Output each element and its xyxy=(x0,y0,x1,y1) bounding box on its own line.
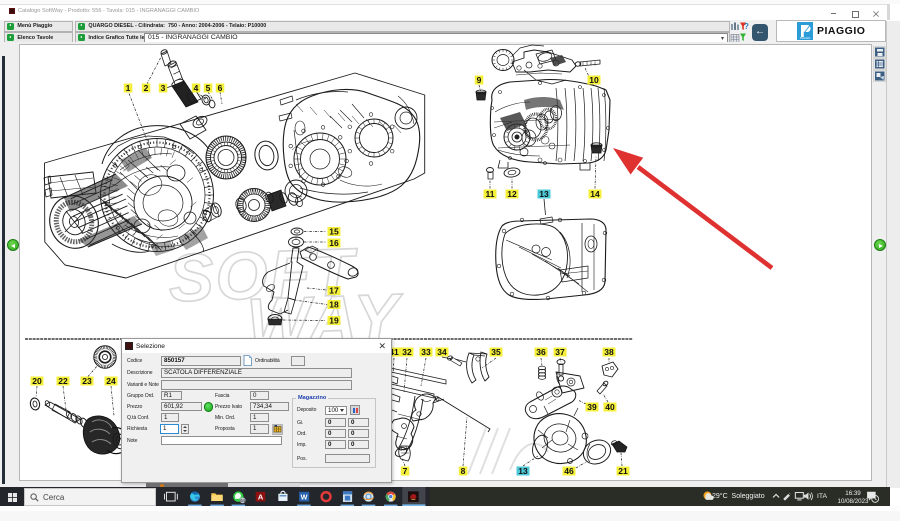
svg-text:35: 35 xyxy=(491,347,501,357)
svg-text:40: 40 xyxy=(605,402,615,412)
svg-text:37: 37 xyxy=(555,347,565,357)
svg-text:W: W xyxy=(301,493,308,502)
svg-text:10: 10 xyxy=(589,75,599,85)
svg-text:38: 38 xyxy=(604,347,614,357)
svg-text:34: 34 xyxy=(437,347,447,357)
svg-text:7: 7 xyxy=(403,466,408,476)
svg-text:24: 24 xyxy=(106,376,116,386)
svg-text:PIAGGIO: PIAGGIO xyxy=(800,37,811,40)
svg-text:33: 33 xyxy=(421,347,431,357)
svg-text:17: 17 xyxy=(329,286,339,296)
svg-text:3: 3 xyxy=(161,83,166,93)
svg-text:18: 18 xyxy=(329,300,339,310)
svg-text:46: 46 xyxy=(564,466,574,476)
svg-text:36: 36 xyxy=(536,347,546,357)
svg-text:13: 13 xyxy=(539,189,549,199)
svg-text:23: 23 xyxy=(82,376,92,386)
svg-text:15: 15 xyxy=(329,227,339,237)
svg-text:39: 39 xyxy=(587,402,597,412)
svg-text:21: 21 xyxy=(618,466,628,476)
svg-text:11: 11 xyxy=(486,189,495,199)
svg-text:32: 32 xyxy=(402,347,412,357)
svg-text:14: 14 xyxy=(590,189,600,199)
svg-text:1: 1 xyxy=(126,83,131,93)
svg-text:13: 13 xyxy=(518,466,528,476)
svg-text:8: 8 xyxy=(461,466,466,476)
svg-text:9: 9 xyxy=(477,75,482,85)
svg-text:5: 5 xyxy=(206,83,211,93)
svg-text:64: 64 xyxy=(240,498,245,503)
svg-text:A: A xyxy=(258,493,264,502)
svg-text:20: 20 xyxy=(32,376,42,386)
svg-text:22: 22 xyxy=(58,376,68,386)
svg-text:2: 2 xyxy=(144,83,149,93)
svg-text:6: 6 xyxy=(218,83,223,93)
svg-text:16: 16 xyxy=(329,238,339,248)
svg-text:19: 19 xyxy=(329,316,339,326)
svg-text:4: 4 xyxy=(194,83,199,93)
svg-text:12: 12 xyxy=(507,189,517,199)
